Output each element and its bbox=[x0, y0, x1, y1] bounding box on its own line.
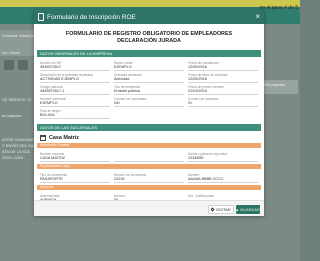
field-value: 4545573517 bbox=[40, 65, 62, 69]
form-heading: FORMULARIO DE REGISTRO OBLIGATORIO DE EM… bbox=[34, 31, 264, 45]
background-chip bbox=[18, 60, 28, 70]
branch-title: Casa Matriz bbox=[34, 131, 264, 141]
background-notice-text: en el paso # de 8 bbox=[259, 5, 298, 11]
field-value: 12/05/2016 bbox=[188, 65, 208, 69]
field-value: 22234 bbox=[114, 177, 125, 181]
field-value: Actividad bbox=[114, 77, 130, 81]
section-general-header: DATOS GENERALES DE LA EMPRESA bbox=[37, 50, 261, 57]
form-heading-subtitle: DECLARACIÓN JURADA bbox=[117, 38, 181, 44]
field-tipo-empleador: Tipo de empleador Entidad pública bbox=[114, 83, 184, 95]
inscription-modal: Formulario de Inscripción ROE × FORMULAR… bbox=[34, 10, 264, 216]
close-icon[interactable]: × bbox=[255, 13, 260, 21]
background-text: ATA DE LA SOL bbox=[2, 149, 31, 154]
background-chip bbox=[4, 60, 14, 70]
field-cuenta-contratos: Cuenta con contratos SI bbox=[188, 95, 258, 107]
field-nit: Número de NIT 4545573517 bbox=[40, 59, 110, 71]
general-fields-grid: Número de NIT 4545573517 Razón social EJEM… bbox=[34, 57, 264, 119]
field-cuenta-sucursales: Cuenta con sucursales NO bbox=[114, 95, 184, 107]
field-fecha-inicio: Fecha de inicio de actividad 12/05/2016 bbox=[188, 71, 258, 83]
field-nombre-comercial: Nombre comercial EJEMPLO bbox=[40, 95, 110, 107]
background-text: SE SERVICE 12 bbox=[2, 97, 32, 102]
background-text: en papeles bbox=[2, 113, 22, 118]
field-value: EJEMPLO bbox=[40, 101, 58, 105]
background-text: 2024 / 2024 bbox=[2, 155, 24, 160]
field-tipo-documento: Tipo de documento PASAPORTE bbox=[40, 171, 110, 183]
background-right-box: Ver papeles bbox=[262, 80, 298, 94]
field-value: 12345DE bbox=[188, 156, 204, 160]
store-icon bbox=[40, 134, 46, 141]
field-fecha-primer-contrato: Fecha de primer contrato 01/03/2015 bbox=[188, 83, 258, 95]
pencil-icon bbox=[210, 207, 215, 212]
background-text: ión: inicial bbox=[2, 50, 20, 55]
field-value: EJEMPLO bbox=[114, 65, 132, 69]
field-actividad: Actividad declarada Actividad bbox=[114, 71, 184, 83]
field-value: 12/05/2016 bbox=[188, 77, 208, 81]
field-value: Entidad pública bbox=[114, 89, 140, 93]
modal-header: Formulario de Inscripción ROE × bbox=[34, 10, 264, 24]
field-value: ACTIVIDAD EJEMPLO bbox=[40, 77, 80, 81]
modal-title: Formulario de Inscripción ROE bbox=[47, 13, 136, 21]
branch-name: Casa Matriz bbox=[49, 135, 79, 141]
background-notice-bar bbox=[0, 0, 300, 7]
edit-button[interactable]: EDITAR bbox=[208, 205, 234, 214]
edit-button-label: EDITAR bbox=[216, 207, 231, 212]
field-value: BOLIVIA bbox=[40, 113, 55, 117]
section-branches-header: DATOS DE LAS SUCURSALES bbox=[37, 124, 261, 131]
field-nombre-sucursal: Nombre sucursal CASA MATRIZ bbox=[40, 150, 110, 162]
field-value: 01/03/2015 bbox=[188, 89, 208, 93]
field-numero-patronal: Número patronal caja salud 12345DE bbox=[188, 150, 258, 162]
form-heading-title: FORMULARIO DE REGISTRO OBLIGATORIO DE EM… bbox=[65, 31, 233, 37]
modal-footer: EDITAR GUARDAR bbox=[34, 200, 264, 216]
field-value: AAAAA BBBB CCCC bbox=[188, 177, 224, 181]
save-button[interactable]: GUARDAR bbox=[235, 205, 260, 214]
field-value: PASAPORTE bbox=[40, 177, 63, 181]
field-nombre-representante: Nombre AAAAA BBBB CCCC bbox=[188, 171, 258, 183]
field-pais-origen: País de origen BOLIVIA bbox=[40, 107, 110, 119]
field-value: NO bbox=[114, 101, 120, 105]
field-value: CASA MATRIZ bbox=[40, 156, 66, 160]
document-icon bbox=[38, 13, 44, 21]
field-fecha-constitucion: Fecha de constitución 12/05/2016 bbox=[188, 59, 258, 71]
field-value: SI bbox=[188, 101, 192, 105]
field-codigo-patronal: Código patronal 4545573517-1 bbox=[40, 83, 110, 95]
field-razon-social: Razón social EJEMPLO bbox=[114, 59, 184, 71]
field-empty bbox=[114, 150, 184, 162]
field-value: 4545573517-1 bbox=[40, 89, 65, 93]
field-numero-documento: Número de documento 22234 bbox=[114, 171, 184, 183]
check-icon bbox=[235, 208, 239, 211]
branch-general-grid: Nombre sucursal CASA MATRIZ Número patron… bbox=[34, 148, 264, 162]
field-descripcion-actividad: Descripción de la actividad declarada ACT… bbox=[40, 71, 110, 83]
legal-representative-grid: Tipo de documento PASAPORTE Número de doc… bbox=[34, 169, 264, 183]
save-button-label: GUARDAR bbox=[239, 207, 260, 212]
